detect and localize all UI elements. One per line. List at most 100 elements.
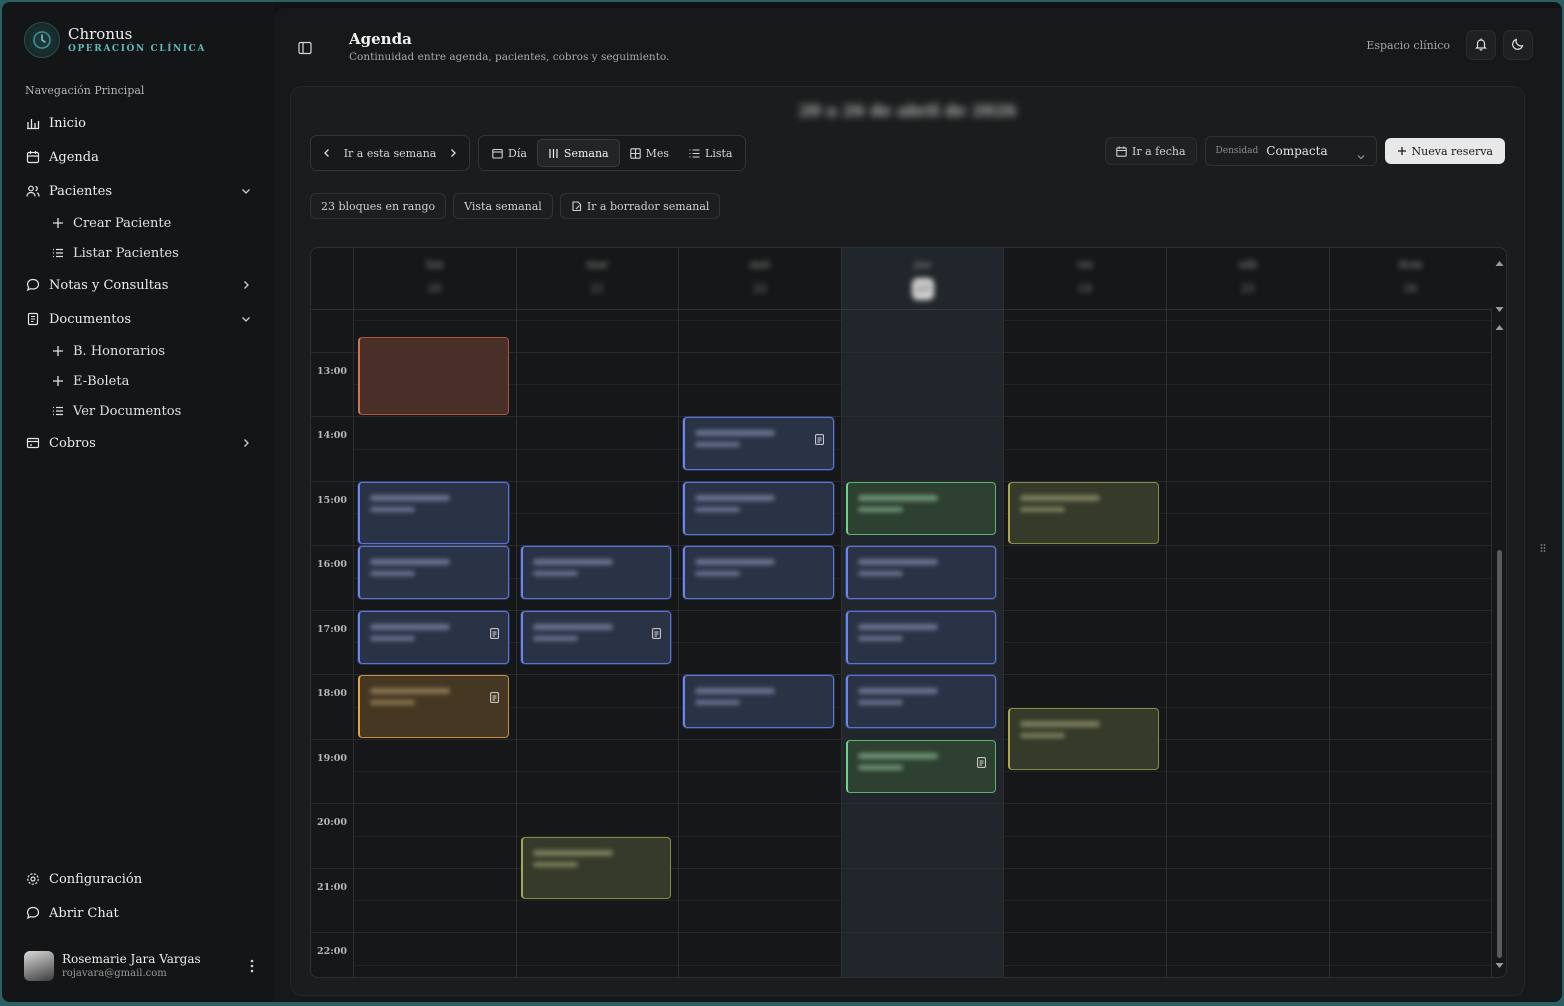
view-day-button[interactable]: Día [482, 139, 537, 167]
day-header[interactable]: sáb 25 [1166, 248, 1329, 310]
appointment-block[interactable] [845, 610, 997, 664]
sidebar-item-label: Inicio [49, 115, 86, 131]
user-profile[interactable]: Rosemarie Jara Vargas rojavara@gmail.com [24, 948, 264, 984]
scroll-down-icon[interactable] [1495, 954, 1504, 973]
appointment-block[interactable] [683, 546, 834, 600]
chevron-left-icon[interactable] [321, 144, 333, 163]
scroll-thumb[interactable] [1497, 550, 1502, 958]
week-icon [548, 148, 559, 159]
go-to-date-button[interactable]: Ir a fecha [1105, 137, 1197, 165]
density-select[interactable]: Densidad Compacta [1204, 136, 1377, 166]
time-label: 14:00 [317, 430, 347, 442]
document-icon[interactable] [652, 624, 662, 643]
view-list-label: Lista [705, 146, 733, 160]
sidebar-item-agenda[interactable]: Agenda [16, 140, 264, 174]
plus-icon [52, 345, 64, 357]
workspace-label[interactable]: Espacio clínico [1366, 39, 1450, 52]
day-header[interactable]: mar 21 [515, 248, 679, 310]
sidebar-subitem-listar-pacientes[interactable]: Listar Pacientes [16, 238, 264, 268]
document-icon[interactable] [489, 624, 499, 643]
page-title: Agenda [349, 30, 412, 48]
notifications-button[interactable] [1466, 30, 1496, 60]
sidebar-subitem-label: Crear Paciente [73, 215, 172, 231]
appointment-block[interactable] [845, 481, 997, 535]
appointment-block[interactable] [845, 675, 997, 729]
scroll-down-icon[interactable] [1495, 298, 1504, 317]
scroll-up-icon[interactable] [1495, 252, 1504, 271]
appointment-block[interactable] [683, 675, 834, 729]
chat-icon [26, 906, 40, 920]
calendar-grid[interactable]: 13:00 14:00 15:00 16:00 17:00 18:00 19:00 20:00… [311, 310, 1493, 977]
appointment-block[interactable] [845, 546, 997, 600]
chevron-right-icon[interactable] [240, 279, 252, 295]
document-icon[interactable] [489, 688, 499, 707]
sidebar-subitem-ver-documentos[interactable]: Ver Documentos [16, 396, 264, 426]
weekly-view-chip[interactable]: Vista semanal [453, 193, 553, 219]
day-header[interactable]: dom 26 [1328, 248, 1492, 310]
document-icon[interactable] [814, 430, 824, 449]
sidebar-item-inicio[interactable]: Inicio [16, 106, 264, 140]
document-icon[interactable] [977, 753, 987, 772]
day-header[interactable]: vie 24 [1003, 248, 1166, 310]
draft-icon [571, 200, 582, 212]
drag-handle-icon[interactable] [1540, 538, 1546, 557]
sidebar-subitem-label: Ver Documentos [73, 403, 182, 419]
view-list-button[interactable]: Lista [679, 139, 742, 167]
appointment-block[interactable] [520, 836, 672, 900]
day-header[interactable]: mié 22 [678, 248, 841, 310]
view-week-label: Semana [563, 146, 609, 160]
view-week-button[interactable]: Semana [536, 139, 620, 167]
sidebar-item-label: Cobros [49, 435, 96, 451]
appointment-block[interactable] [683, 481, 834, 535]
appointment-block[interactable] [358, 546, 509, 600]
week-calendar: lun 20 mar 21 mié 22 jue 23 vie 24 sáb 25 dom 26 13:0… [310, 247, 1507, 978]
chevron-right-icon[interactable] [240, 437, 252, 453]
appointment-block[interactable] [358, 610, 509, 664]
appointment-block[interactable] [520, 546, 672, 600]
appointment-block[interactable] [358, 481, 509, 545]
view-month-button[interactable]: Mes [620, 139, 679, 167]
day-header[interactable]: lun 20 [353, 248, 516, 310]
day-icon [492, 148, 503, 159]
theme-toggle-button[interactable] [1503, 30, 1533, 60]
sidebar-toggle-icon[interactable] [298, 40, 312, 59]
chevron-down-icon[interactable] [240, 313, 252, 329]
appointment-block[interactable] [683, 417, 834, 471]
day-name: mar [586, 258, 609, 271]
appointment-block[interactable] [358, 336, 509, 416]
sidebar-subitem-b-honorarios[interactable]: B. Honorarios [16, 336, 264, 366]
sidebar-subitem-e-boleta[interactable]: E-Boleta [16, 366, 264, 396]
sidebar-item-pacientes[interactable]: Pacientes [16, 174, 264, 208]
day-number: 20 [427, 282, 442, 295]
sidebar-item-notas-consultas[interactable]: Notas y Consultas [16, 268, 264, 302]
brand[interactable]: Chronus OPERACIÓN CLÍNICA [24, 22, 206, 58]
appointment-block[interactable] [1008, 481, 1159, 545]
appointment-text-redacted [370, 559, 450, 577]
sidebar-item-abrir-chat[interactable]: Abrir Chat [16, 896, 264, 930]
app-name: Chronus [68, 25, 133, 43]
calendar-scrollbar[interactable] [1494, 248, 1504, 977]
more-vertical-icon[interactable] [250, 958, 254, 977]
sidebar-item-cobros[interactable]: Cobros [16, 426, 264, 460]
appointment-block[interactable] [845, 739, 997, 793]
go-this-week-button[interactable]: Ir a esta semana [344, 147, 437, 160]
page-subtitle: Continuidad entre agenda, pacientes, cob… [349, 51, 670, 63]
appointment-block[interactable] [520, 610, 672, 664]
appointment-block[interactable] [358, 675, 509, 738]
day-column-line [1003, 310, 1005, 977]
week-navigator: Ir a esta semana [310, 135, 470, 171]
chevron-down-icon[interactable] [240, 185, 252, 201]
new-booking-button[interactable]: Nueva reserva [1384, 138, 1505, 164]
bell-icon [1474, 36, 1488, 55]
sidebar-item-documentos[interactable]: Documentos [16, 302, 264, 336]
plus-icon [1397, 146, 1407, 156]
sidebar-item-configuracion[interactable]: Configuración [16, 862, 264, 896]
day-header[interactable]: jue 23 [840, 248, 1004, 310]
day-number: 25 [1240, 282, 1255, 295]
weekly-draft-chip[interactable]: Ir a borrador semanal [559, 193, 721, 219]
chevron-right-icon[interactable] [447, 144, 459, 163]
scroll-up-icon[interactable] [1495, 316, 1504, 335]
sidebar-subitem-crear-paciente[interactable]: Crear Paciente [16, 208, 264, 238]
day-column-line [353, 310, 354, 977]
appointment-block[interactable] [1008, 707, 1159, 771]
